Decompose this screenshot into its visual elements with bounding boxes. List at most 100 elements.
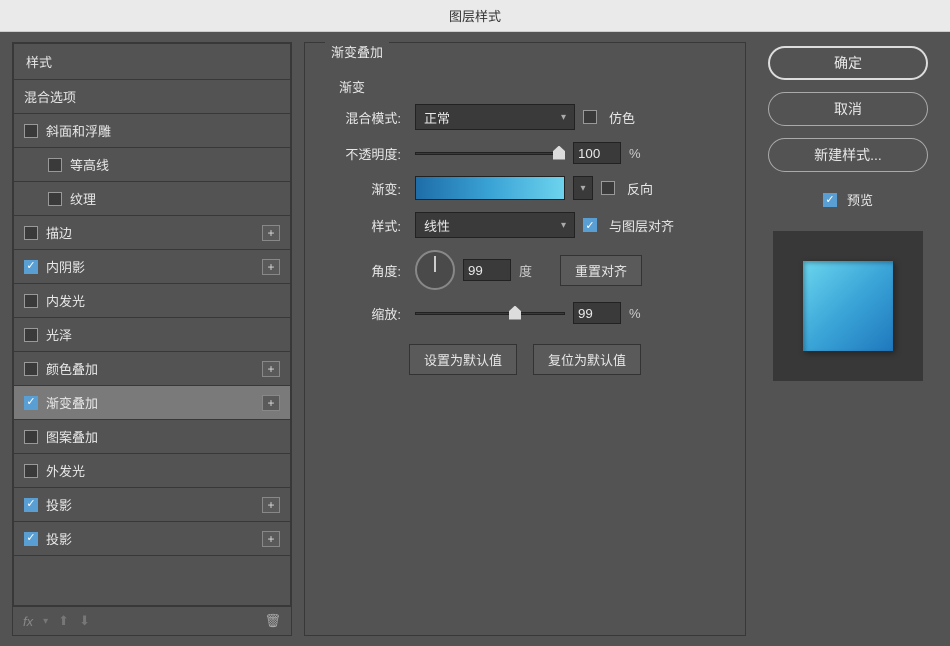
style-checkbox[interactable] <box>24 464 38 478</box>
style-item-label: 纹理 <box>70 189 280 208</box>
plus-icon[interactable]: + <box>262 361 280 377</box>
style-checkbox[interactable] <box>24 430 38 444</box>
opacity-slider[interactable] <box>415 152 565 155</box>
style-item-label: 投影 <box>46 495 262 514</box>
window-title: 图层样式 <box>0 0 950 32</box>
reset-align-button[interactable]: 重置对齐 <box>560 255 642 286</box>
scale-unit: % <box>629 306 641 321</box>
scale-slider[interactable] <box>415 312 565 315</box>
style-item[interactable]: 描边+ <box>14 216 290 250</box>
style-item-label: 颜色叠加 <box>46 359 262 378</box>
style-checkbox[interactable] <box>24 498 38 512</box>
opacity-input[interactable] <box>573 142 621 164</box>
blend-mode-value: 正常 <box>424 108 450 127</box>
angle-input[interactable] <box>463 259 511 281</box>
chevron-down-icon: ▾ <box>561 112 566 123</box>
dither-label: 仿色 <box>609 108 635 127</box>
style-checkbox[interactable] <box>24 260 38 274</box>
blend-options-item[interactable]: 混合选项 <box>14 80 290 114</box>
preview-checkbox[interactable] <box>823 193 837 207</box>
style-checkbox[interactable] <box>24 396 38 410</box>
style-item-label: 图案叠加 <box>46 427 280 446</box>
opacity-label: 不透明度: <box>325 144 407 163</box>
style-item-label: 外发光 <box>46 461 280 480</box>
fx-icon[interactable]: fx <box>23 614 33 629</box>
plus-icon[interactable]: + <box>262 497 280 513</box>
blend-mode-label: 混合模式: <box>325 108 407 127</box>
style-item[interactable]: 光泽 <box>14 318 290 352</box>
style-item[interactable]: 外发光 <box>14 454 290 488</box>
plus-icon[interactable]: + <box>262 225 280 241</box>
style-checkbox[interactable] <box>24 124 38 138</box>
arrow-down-icon[interactable]: ⬇ <box>79 613 90 629</box>
style-label: 样式: <box>325 216 407 235</box>
reset-default-button[interactable]: 复位为默认值 <box>533 344 641 375</box>
scale-input[interactable] <box>573 302 621 324</box>
style-item[interactable]: 投影+ <box>14 488 290 522</box>
style-item-label: 光泽 <box>46 325 280 344</box>
style-checkbox[interactable] <box>48 158 62 172</box>
left-footer: fx ▾ ⬆ ⬇ 🗑 <box>13 606 291 635</box>
style-list: 样式 混合选项 斜面和浮雕等高线纹理描边+内阴影+内发光光泽颜色叠加+渐变叠加+… <box>13 43 291 606</box>
style-item-label: 投影 <box>46 529 262 548</box>
align-label: 与图层对齐 <box>609 216 674 235</box>
reverse-label: 反向 <box>627 179 653 198</box>
style-checkbox[interactable] <box>24 328 38 342</box>
left-panel: 样式 混合选项 斜面和浮雕等高线纹理描边+内阴影+内发光光泽颜色叠加+渐变叠加+… <box>12 42 292 636</box>
preview-box <box>773 231 923 381</box>
style-item-label: 内发光 <box>46 291 280 310</box>
style-checkbox[interactable] <box>48 192 62 206</box>
new-style-button[interactable]: 新建样式... <box>768 138 928 172</box>
plus-icon[interactable]: + <box>262 259 280 275</box>
angle-label: 角度: <box>325 261 407 280</box>
style-item-label: 渐变叠加 <box>46 393 262 412</box>
style-item[interactable]: 投影+ <box>14 522 290 556</box>
style-item-label: 斜面和浮雕 <box>46 121 280 140</box>
set-default-button[interactable]: 设置为默认值 <box>409 344 517 375</box>
style-item[interactable]: 内阴影+ <box>14 250 290 284</box>
style-item[interactable]: 内发光 <box>14 284 290 318</box>
style-checkbox[interactable] <box>24 226 38 240</box>
style-checkbox[interactable] <box>24 362 38 376</box>
style-item[interactable]: 渐变叠加+ <box>14 386 290 420</box>
style-item[interactable]: 斜面和浮雕 <box>14 114 290 148</box>
align-checkbox[interactable] <box>583 218 597 232</box>
plus-icon[interactable]: + <box>262 531 280 547</box>
trash-icon[interactable]: 🗑 <box>264 613 281 629</box>
chevron-down-icon: ▾ <box>561 220 566 231</box>
gradient-label: 渐变: <box>325 179 407 198</box>
style-checkbox[interactable] <box>24 532 38 546</box>
group-title: 渐变叠加 <box>325 42 389 61</box>
gradient-swatch[interactable] <box>415 176 565 200</box>
scale-label: 缩放: <box>325 304 407 323</box>
style-item-label: 等高线 <box>70 155 280 174</box>
gradient-dropdown[interactable]: ▾ <box>573 176 593 200</box>
settings-panel: 渐变叠加 渐变 混合模式: 正常 ▾ 仿色 不透明度: % 渐变: ▾ <box>304 42 746 636</box>
style-item[interactable]: 颜色叠加+ <box>14 352 290 386</box>
style-value: 线性 <box>424 216 450 235</box>
chevron-down-icon: ▾ <box>43 616 48 627</box>
angle-dial[interactable] <box>415 250 455 290</box>
style-item[interactable]: 图案叠加 <box>14 420 290 454</box>
cancel-button[interactable]: 取消 <box>768 92 928 126</box>
styles-header: 样式 <box>14 44 290 80</box>
style-item[interactable]: 纹理 <box>14 182 290 216</box>
dither-checkbox[interactable] <box>583 110 597 124</box>
ok-button[interactable]: 确定 <box>768 46 928 80</box>
plus-icon[interactable]: + <box>262 395 280 411</box>
right-panel: 确定 取消 新建样式... 预览 <box>758 42 938 636</box>
preview-label: 预览 <box>847 190 873 209</box>
reverse-checkbox[interactable] <box>601 181 615 195</box>
style-item[interactable]: 等高线 <box>14 148 290 182</box>
style-item-label: 描边 <box>46 223 262 242</box>
style-checkbox[interactable] <box>24 294 38 308</box>
opacity-unit: % <box>629 146 641 161</box>
angle-unit: 度 <box>519 261 532 280</box>
arrow-up-icon[interactable]: ⬆ <box>58 613 69 629</box>
sub-title: 渐变 <box>325 77 725 96</box>
blend-mode-select[interactable]: 正常 ▾ <box>415 104 575 130</box>
style-select[interactable]: 线性 ▾ <box>415 212 575 238</box>
style-item-label: 内阴影 <box>46 257 262 276</box>
main-area: 样式 混合选项 斜面和浮雕等高线纹理描边+内阴影+内发光光泽颜色叠加+渐变叠加+… <box>0 32 950 646</box>
preview-swatch <box>803 261 893 351</box>
